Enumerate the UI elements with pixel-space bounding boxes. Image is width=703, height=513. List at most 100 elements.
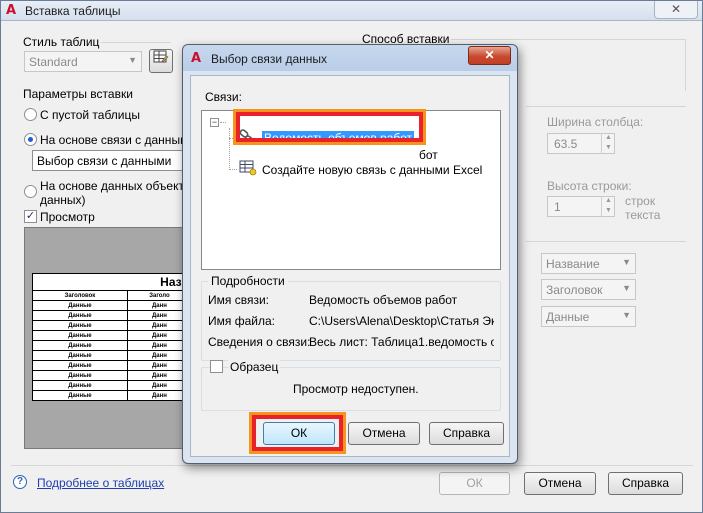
table-style-icon bbox=[153, 50, 169, 63]
outer-close-button[interactable]: ✕ bbox=[654, 1, 698, 19]
datalink-combo-value: Выбор связи с данными bbox=[37, 154, 172, 168]
modal-help-button[interactable]: Справка bbox=[429, 422, 504, 445]
preview-data-cell: Данн bbox=[126, 340, 182, 351]
col-width-value: 63.5 bbox=[554, 137, 578, 151]
radio-empty-table[interactable] bbox=[24, 108, 37, 121]
help-link-tables[interactable]: Подробнее о таблицах bbox=[37, 476, 164, 490]
row-height-spinner[interactable]: ▲ ▼ bbox=[601, 196, 615, 217]
detail-value-link-name: Ведомость объемов работ bbox=[309, 293, 458, 307]
preview-data-cell: Данные bbox=[32, 320, 128, 331]
detail-key-link-name: Имя связи: bbox=[208, 293, 269, 307]
radio-datalink-label: На основе связи с данными bbox=[40, 133, 196, 147]
preview-header-cell: Заголовок bbox=[32, 290, 128, 301]
chevron-down-icon: ▼ bbox=[128, 55, 137, 65]
preview-data-cell: Данн bbox=[126, 370, 182, 381]
insert-method-groupline-right bbox=[685, 39, 686, 91]
radio-object-data[interactable] bbox=[24, 185, 37, 198]
row-height-label: Высота строки: bbox=[547, 179, 632, 193]
sample-checkbox[interactable] bbox=[210, 360, 223, 373]
autocad-logo-icon: A bbox=[6, 3, 17, 18]
sample-label: Образец bbox=[228, 360, 281, 374]
style-data-value: Данные bbox=[546, 310, 590, 324]
insert-params-label: Параметры вставки bbox=[23, 87, 133, 101]
excel-sheet-icon bbox=[239, 160, 257, 176]
modal-cancel-button[interactable]: Отмена bbox=[348, 422, 420, 445]
style-header-combo[interactable]: Заголовок ▼ bbox=[541, 279, 636, 300]
style-title-combo[interactable]: Название ▼ bbox=[541, 253, 636, 274]
chevron-down-icon: ▼ bbox=[622, 257, 631, 267]
tree-connector bbox=[229, 169, 237, 170]
detail-value-file-name: C:\Users\Alena\Desktop\Статья Эк... bbox=[309, 314, 494, 328]
cell-styles-groupline bbox=[526, 241, 686, 242]
preview-data-cell: Данн bbox=[126, 300, 182, 311]
preview-data-cell: Данные bbox=[32, 330, 128, 341]
preview-data-cell: Данные bbox=[32, 300, 128, 311]
highlight-selected-link bbox=[236, 112, 423, 142]
preview-data-cell: Данн bbox=[126, 330, 182, 341]
tree-connector bbox=[220, 122, 226, 123]
chevron-down-icon: ▼ bbox=[622, 283, 631, 293]
col-width-spinner[interactable]: ▲ ▼ bbox=[601, 133, 615, 154]
preview-data-cell: Данные bbox=[32, 380, 128, 391]
highlight-ok-button bbox=[252, 415, 343, 451]
sizes-groupline bbox=[526, 106, 686, 107]
preview-data-cell: Данн bbox=[126, 360, 182, 371]
links-label: Связи: bbox=[205, 90, 242, 104]
table-style-label: Стиль таблиц bbox=[23, 35, 100, 49]
preview-data-cell: Данн bbox=[126, 350, 182, 361]
row-height-value: 1 bbox=[554, 200, 561, 214]
row-unit-1: строк bbox=[625, 194, 656, 208]
preview-data-cell: Данные bbox=[32, 310, 128, 321]
tree-connector bbox=[229, 128, 230, 170]
sample-preview-text: Просмотр недоступен. bbox=[293, 382, 419, 396]
preview-data-cell: Данн bbox=[126, 320, 182, 331]
preview-table: Назв ЗаголовокЗаголо ДанныеДанн ДанныеДа… bbox=[32, 273, 182, 401]
preview-data-cell: Данные bbox=[32, 350, 128, 361]
preview-data-cell: Данные bbox=[32, 390, 128, 401]
row-unit-2: текста bbox=[625, 208, 661, 222]
style-header-value: Заголовок bbox=[546, 283, 603, 297]
table-style-value: Standard bbox=[29, 55, 78, 69]
insert-method-groupline bbox=[451, 39, 686, 40]
preview-data-cell: Данные bbox=[32, 340, 128, 351]
outer-window-title: Вставка таблицы bbox=[25, 4, 121, 18]
outer-titlebar: A Вставка таблицы ✕ bbox=[1, 1, 702, 21]
modal-close-button[interactable]: ✕ bbox=[468, 46, 511, 65]
table-preview: Назв ЗаголовокЗаголо ДанныеДанн ДанныеДа… bbox=[24, 227, 183, 449]
preview-data-cell: Данные bbox=[32, 360, 128, 371]
bottom-separator bbox=[11, 465, 693, 466]
radio-empty-table-label: С пустой таблицы bbox=[40, 108, 141, 122]
preview-data-cell: Данн bbox=[126, 310, 182, 321]
tree-collapse-toggle[interactable]: − bbox=[210, 118, 219, 127]
preview-table-title: Назв bbox=[32, 273, 182, 291]
table-style-combo[interactable]: Standard ▼ bbox=[24, 51, 142, 72]
modal-titlebar: A Выбор связи данных ✕ bbox=[183, 45, 517, 71]
details-label: Подробности bbox=[208, 274, 288, 288]
detail-key-file-name: Имя файла: bbox=[208, 314, 275, 328]
radio-object-data-label-1: На основе данных объекта в bbox=[40, 179, 201, 193]
style-title-value: Название bbox=[546, 257, 600, 271]
table-style-groupline bbox=[101, 42, 171, 43]
datalink-combo[interactable]: Выбор связи с данными bbox=[32, 150, 184, 171]
tree-item-create-excel-link[interactable]: Создайте новую связь с данными Excel bbox=[262, 163, 482, 177]
table-style-dialog-button[interactable] bbox=[149, 49, 173, 73]
autocad-logo-icon: A bbox=[191, 51, 202, 66]
detail-value-link-info: Весь лист: Таблица1.ведомость о... bbox=[309, 335, 494, 349]
radio-datalink[interactable] bbox=[24, 133, 37, 146]
outer-help-button[interactable]: Справка bbox=[608, 472, 683, 495]
tree-item-link-tail: бот bbox=[419, 148, 438, 162]
modal-window-title: Выбор связи данных bbox=[211, 52, 328, 66]
chevron-down-icon: ▼ bbox=[622, 310, 631, 320]
style-data-combo[interactable]: Данные ▼ bbox=[541, 306, 636, 327]
col-width-label: Ширина столбца: bbox=[547, 115, 644, 129]
preview-data-cell: Данные bbox=[32, 370, 128, 381]
preview-label: Просмотр bbox=[40, 210, 95, 224]
preview-data-cell: Данн bbox=[126, 380, 182, 391]
detail-key-link-info: Сведения о связи: bbox=[208, 335, 311, 349]
outer-ok-button[interactable]: ОК bbox=[439, 472, 510, 495]
outer-cancel-button[interactable]: Отмена bbox=[524, 472, 596, 495]
radio-object-data-label-2: данных) bbox=[40, 193, 86, 207]
preview-data-cell: Данн bbox=[126, 390, 182, 401]
preview-checkbox[interactable]: ✓ bbox=[24, 210, 37, 223]
select-datalink-dialog: A Выбор связи данных ✕ Связи: − Ведомост… bbox=[182, 44, 518, 464]
